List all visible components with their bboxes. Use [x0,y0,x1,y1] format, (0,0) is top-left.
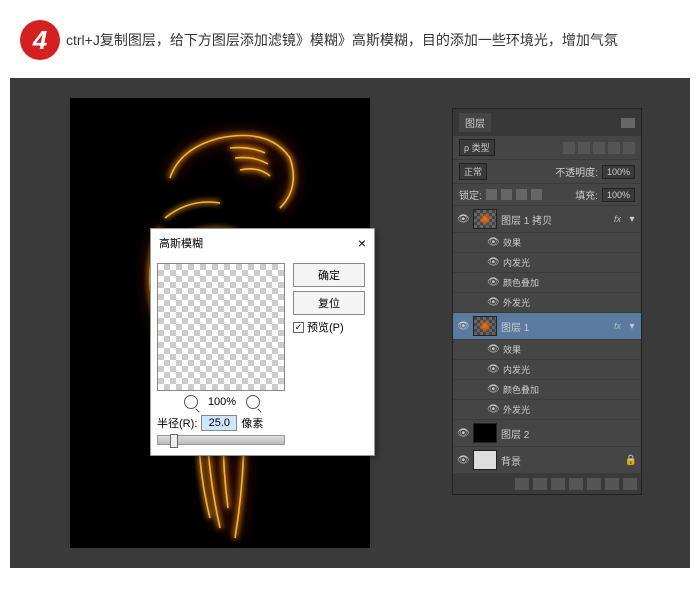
effect-row[interactable]: 👁颜色叠加 [453,273,641,293]
step-header: 4 ctrl+J复制图层，给下方图层添加滤镜》模糊》高斯模糊，目的添加一些环境光… [0,0,700,70]
filter-adjust-icon[interactable] [578,142,590,154]
filter-type-icon[interactable] [593,142,605,154]
mask-icon[interactable] [551,478,565,490]
layer-thumbnail[interactable] [473,209,497,229]
filter-smart-icon[interactable] [623,142,635,154]
chevron-down-icon[interactable]: ▾ [627,321,637,332]
layer-row[interactable]: 👁 图层 1 fx ▾ [453,313,641,340]
filter-shape-icon[interactable] [608,142,620,154]
step-number-badge: 4 [20,20,60,60]
ok-button[interactable]: 确定 [293,263,365,287]
lock-label: 锁定: [459,187,482,202]
radius-input[interactable] [201,415,237,431]
effect-row[interactable]: 👁外发光 [453,400,641,420]
effect-row[interactable]: 👁外发光 [453,293,641,313]
effect-row[interactable]: 👁效果 [453,233,641,253]
blend-mode-select[interactable]: 正常 [459,163,487,180]
effect-row[interactable]: 👁效果 [453,340,641,360]
radius-slider[interactable] [157,435,285,445]
filter-pixel-icon[interactable] [563,142,575,154]
close-icon[interactable]: × [358,235,366,251]
blur-preview[interactable] [157,263,285,391]
layer-thumbnail[interactable] [473,450,497,470]
effect-row[interactable]: 👁内发光 [453,253,641,273]
zoom-in-icon[interactable] [246,395,260,409]
dialog-titlebar[interactable]: 高斯模糊 × [151,229,374,257]
preview-checkbox-label: 预览(P) [307,319,344,335]
layer-name[interactable]: 背景 [501,453,621,468]
dialog-title-text: 高斯模糊 [159,235,203,251]
fill-label: 填充: [575,187,598,202]
filter-icons [563,142,635,154]
radius-unit: 像素 [241,415,263,431]
zoom-level: 100% [208,396,236,408]
layer-row[interactable]: 👁 图层 2 [453,420,641,447]
step-instruction: ctrl+J复制图层，给下方图层添加滤镜》模糊》高斯模糊，目的添加一些环境光，增… [66,20,618,53]
visibility-icon[interactable]: 👁 [457,455,469,466]
new-layer-icon[interactable] [605,478,619,490]
lock-all-icon[interactable] [531,189,542,200]
zoom-out-icon[interactable] [184,395,198,409]
slider-thumb[interactable] [170,434,178,448]
layer-row[interactable]: 👁 图层 1 拷贝 fx ▾ [453,206,641,233]
layer-name[interactable]: 图层 2 [501,426,637,441]
opacity-value[interactable]: 100% [602,165,635,179]
effect-row[interactable]: 👁内发光 [453,360,641,380]
visibility-icon[interactable]: 👁 [457,321,469,332]
panel-tabs: 图层 [453,109,641,136]
visibility-icon[interactable]: 👁 [457,214,469,225]
chevron-down-icon[interactable]: ▾ [627,214,637,225]
filter-type-select[interactable]: ρ 类型 [459,139,495,156]
lock-trans-icon[interactable] [486,189,497,200]
effect-row[interactable]: 👁颜色叠加 [453,380,641,400]
lock-paint-icon[interactable] [501,189,512,200]
fx-badge[interactable]: fx [614,214,623,224]
gaussian-blur-dialog: 高斯模糊 × 100% 半径(R): 像素 [150,228,375,456]
layer-thumbnail[interactable] [473,423,497,443]
layer-name[interactable]: 图层 1 [501,319,610,334]
fx-icon[interactable] [533,478,547,490]
layer-name[interactable]: 图层 1 拷贝 [501,212,610,227]
layer-list: 👁 图层 1 拷贝 fx ▾ 👁效果 👁内发光 👁颜色叠加 👁外发光 👁 图层 … [453,206,641,474]
layer-row[interactable]: 👁 背景 🔒 [453,447,641,474]
fx-badge[interactable]: fx [614,321,623,331]
lock-pos-icon[interactable] [516,189,527,200]
preview-checkbox[interactable]: ✓ [293,322,304,333]
photoshop-workspace: 高斯模糊 × 100% 半径(R): 像素 [10,78,690,568]
reset-button[interactable]: 复位 [293,291,365,315]
lock-icon: 🔒 [625,455,637,466]
visibility-icon[interactable]: 👁 [457,428,469,439]
adjustment-icon[interactable] [569,478,583,490]
layers-panel: 图层 ρ 类型 正常 不透明度: 100% 锁定: 填充: 100% [452,108,642,495]
opacity-label: 不透明度: [555,164,598,179]
tab-layers[interactable]: 图层 [459,113,491,132]
trash-icon[interactable] [623,478,637,490]
radius-label: 半径(R): [157,415,197,431]
panel-menu-icon[interactable] [621,118,635,128]
panel-footer [453,474,641,494]
link-icon[interactable] [515,478,529,490]
fill-value[interactable]: 100% [602,188,635,202]
group-icon[interactable] [587,478,601,490]
layer-thumbnail[interactable] [473,316,497,336]
